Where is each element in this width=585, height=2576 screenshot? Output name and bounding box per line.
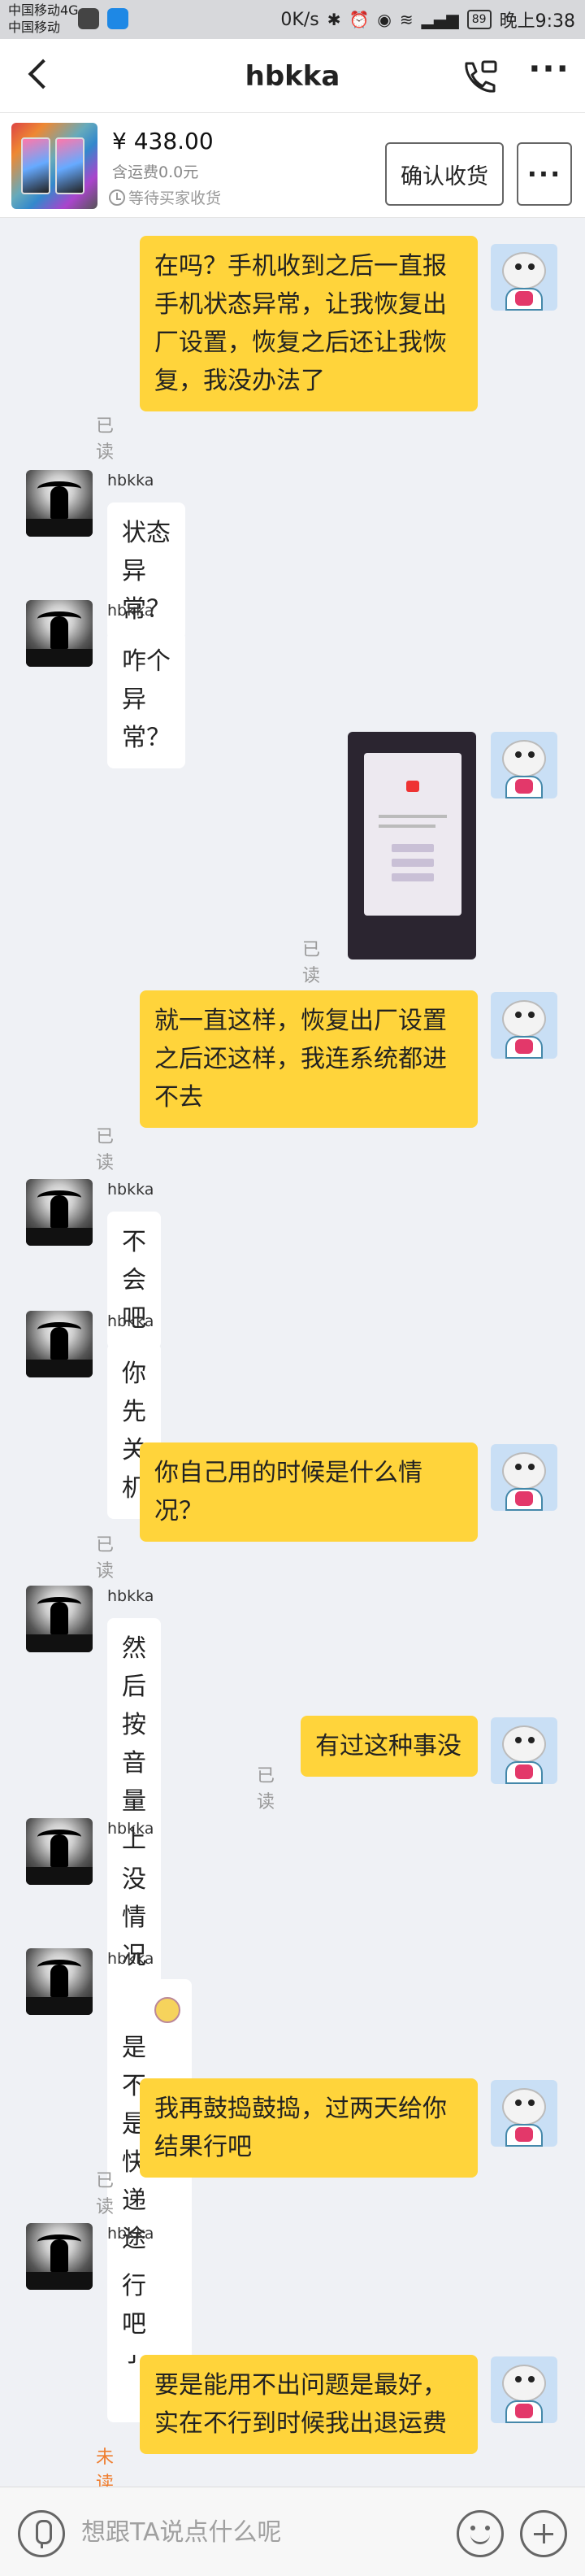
my-avatar[interactable] [491,2080,557,2147]
message-bubble[interactable]: 有过这种事没 [301,1716,478,1777]
my-avatar[interactable] [491,992,557,1059]
product-price: ¥ 438.00 [112,128,214,154]
my-avatar[interactable] [491,244,557,311]
confirm-receipt-button[interactable]: 确认收货 [385,142,504,206]
notification-icons [78,8,128,29]
clock-icon [109,189,125,206]
phone-image [55,137,84,194]
image-message[interactable] [348,732,476,959]
sender-name: hbkka [107,1312,154,1330]
phone-image [21,137,50,194]
carrier-1: 中国移动4G [8,2,79,18]
network-speed: 0K/s [280,9,319,30]
contact-avatar[interactable] [26,2223,93,2290]
status-right: 0K/s ✱ ⏰ ◉ ≋ ▂▄▆ 89 晚上9:38 [280,7,575,33]
read-status: 已读 [96,1535,115,1582]
contact-avatar[interactable] [26,600,93,667]
eye-icon: ◉ [377,10,392,29]
product-bar: ¥ 438.00 含运费0.0元 等待买家收货 确认收货 ··· [0,112,585,218]
product-more-button[interactable]: ··· [517,142,572,206]
plus-icon[interactable] [520,2510,567,2557]
carrier-info: 中国移动4G 中国移动 [8,2,79,37]
read-status: 已读 [96,2171,115,2217]
contact-avatar[interactable] [26,1818,93,1885]
message-bubble[interactable]: 在吗？手机收到之后一直报 手机状态异常，让我恢复出 厂设置，恢复之后还让我恢 复… [140,236,478,411]
my-avatar[interactable] [491,1444,557,1511]
chat-header: hbkka ··· [0,39,585,112]
contact-avatar[interactable] [26,1311,93,1377]
message-bubble[interactable]: 要是能用不出问题是最好， 实在不行到时候我出退运费 [140,2355,478,2454]
my-avatar[interactable] [491,2356,557,2423]
microphone-icon[interactable] [18,2510,65,2557]
read-status: 已读 [96,416,115,463]
order-status: 等待买家收货 [109,186,221,208]
message-bubble[interactable]: 我再鼓捣鼓捣，过两天给你 结果行吧 [140,2078,478,2178]
shipping-fee: 含运费0.0元 [112,163,199,181]
read-status: 已读 [96,1127,115,1173]
notification-app-icon [78,8,99,29]
sender-name: hbkka [107,1181,154,1199]
sender-name: hbkka [107,2225,154,2243]
my-avatar[interactable] [491,732,557,798]
status-bar: 中国移动4G 中国移动 0K/s ✱ ⏰ ◉ ≋ ▂▄▆ 89 晚上9:38 [0,0,585,39]
sender-name: hbkka [107,1950,154,1968]
signal-icon: ▂▄▆ [421,10,459,29]
contact-avatar[interactable] [26,1586,93,1652]
product-thumbnail[interactable] [11,123,98,209]
bluetooth-icon: ✱ [327,10,341,29]
carrier-2: 中国移动 [8,20,61,35]
alarm-icon: ⏰ [349,10,370,29]
phone-screen-image [364,753,462,916]
alipay-icon [107,8,128,29]
emoji-icon[interactable] [457,2510,504,2557]
sender-name: hbkka [107,1587,154,1605]
message-bubble[interactable]: 你自己用的时候是什么情 况？ [140,1442,478,1542]
sender-name: hbkka [107,602,154,620]
read-status: 已读 [257,1766,275,1812]
contact-avatar[interactable] [26,470,93,537]
message-input[interactable] [81,2507,439,2557]
my-avatar[interactable] [491,1717,557,1784]
sender-name: hbkka [107,1820,154,1838]
input-bar [0,2487,585,2576]
battery-icon: 89 [466,10,492,29]
wifi-icon: ≋ [399,10,414,29]
read-status: 已读 [302,940,321,986]
order-status-text: 等待买家收货 [128,189,222,207]
message-bubble[interactable]: 就一直这样，恢复出厂设置 之后还这样，我连系统都进 不去 [140,990,478,1128]
phone-call-icon[interactable] [460,59,499,94]
emoji-sticker-icon [154,1997,180,2023]
message-bubble[interactable]: 咋个异常？ [107,631,185,768]
message-bubble[interactable]: 行吧 [107,2256,161,2355]
contact-avatar[interactable] [26,1179,93,1246]
more-dots-icon[interactable]: ··· [526,53,572,93]
clock-time: 晚上9:38 [499,11,575,32]
sender-name: hbkka [107,472,154,490]
contact-avatar[interactable] [26,1948,93,2015]
